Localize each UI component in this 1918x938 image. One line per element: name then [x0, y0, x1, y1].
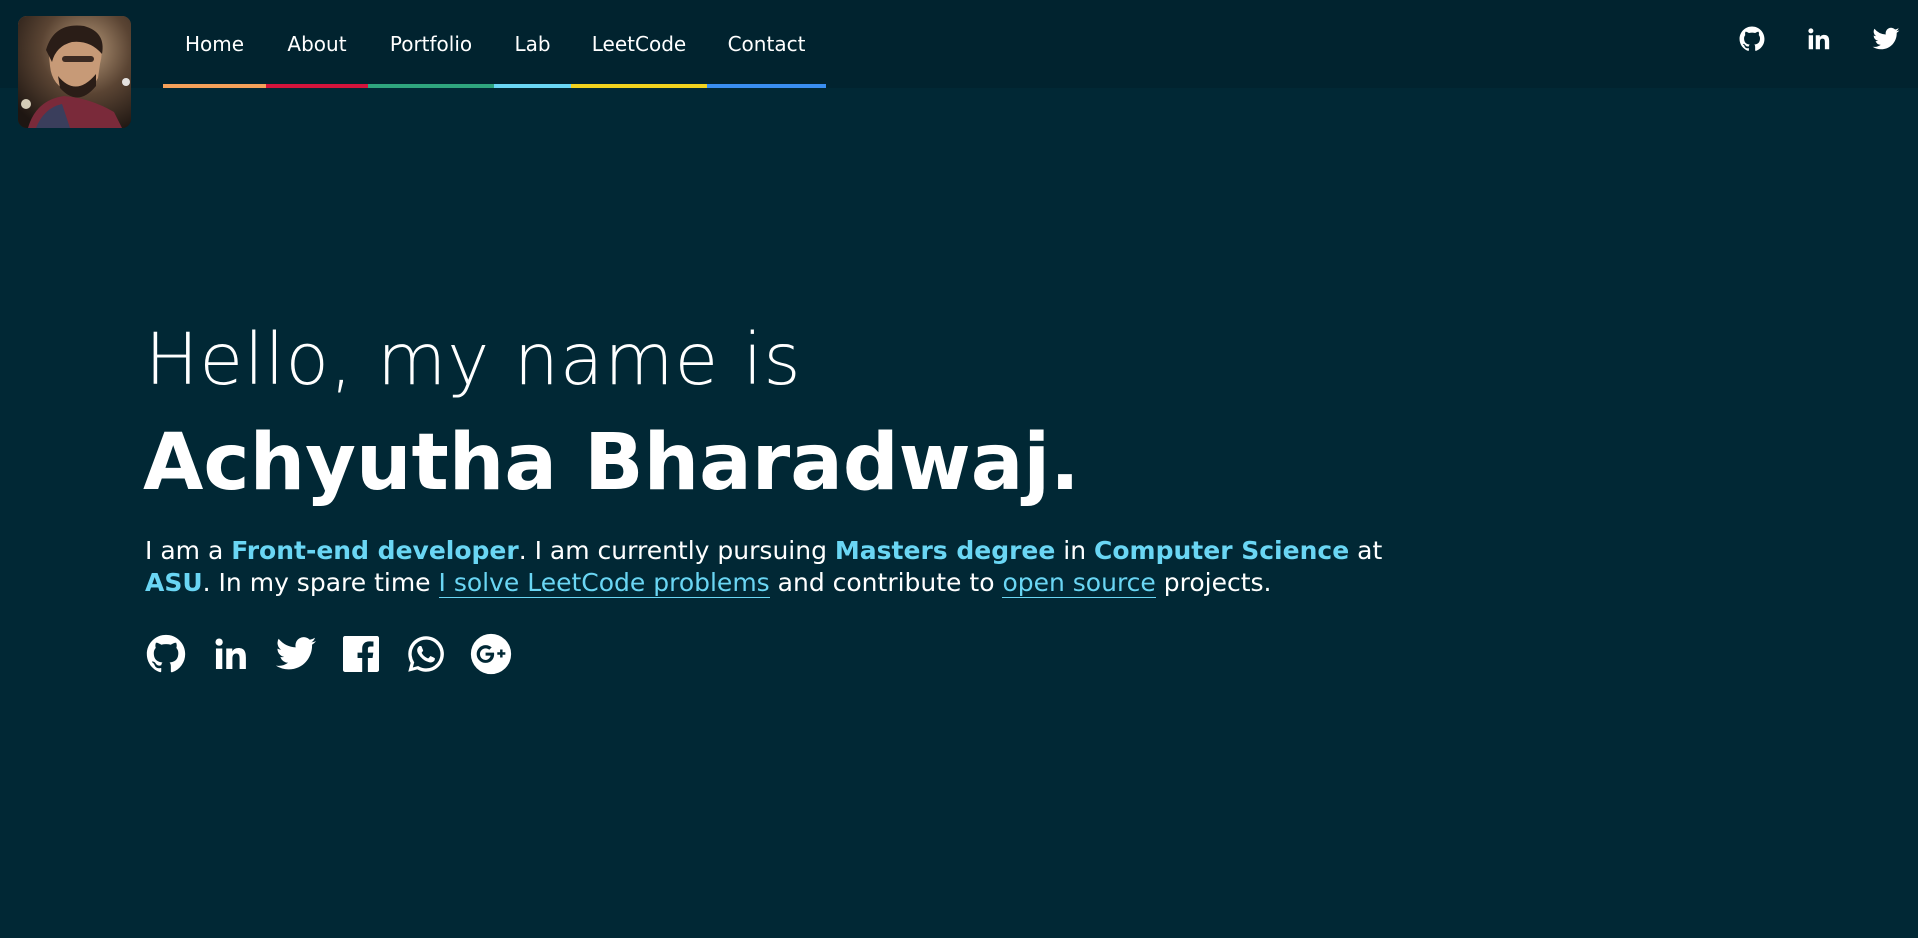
bio-text-1: I am a [145, 536, 232, 565]
hero-section: Hello, my name is Achyutha Bharadwaj. I … [143, 315, 1395, 675]
hero-social-links [145, 633, 1395, 675]
nav-portfolio-underline [368, 84, 494, 88]
nav-portfolio-label: Portfolio [389, 32, 473, 56]
bio-text-4: at [1349, 536, 1383, 565]
nav-contact-underline [707, 84, 826, 88]
profile-avatar[interactable] [18, 16, 131, 128]
nav-lab[interactable]: Lab [494, 0, 571, 88]
top-navigation-bar: Home About Portfolio Lab LeetCode Contac… [0, 0, 1918, 128]
linkedin-icon[interactable] [210, 633, 252, 675]
nav-leetcode-label: LeetCode [591, 32, 687, 56]
whatsapp-icon[interactable] [405, 633, 447, 675]
nav-lab-underline [494, 84, 571, 88]
nav-leetcode[interactable]: LeetCode [571, 0, 707, 88]
header-social-links [1700, 24, 1918, 54]
hero-name: Achyutha Bharadwaj. [143, 418, 1080, 508]
nav-home[interactable]: Home [163, 0, 266, 88]
nav-about-underline [266, 84, 368, 88]
bio-text-5: . In my spare time [202, 568, 439, 597]
twitter-icon[interactable] [1871, 24, 1901, 54]
nav-about-label: About [287, 32, 347, 56]
nav-leetcode-underline [571, 84, 707, 88]
bio-text-6: and contribute to [769, 568, 1003, 597]
nav-contact-label: Contact [727, 32, 806, 56]
nav-lab-label: Lab [514, 32, 551, 56]
bio-highlight-degree: Masters degree [834, 536, 1056, 565]
bio-highlight-university: ASU [145, 568, 203, 597]
main-nav: Home About Portfolio Lab LeetCode Contac… [163, 0, 826, 88]
google-plus-icon[interactable] [470, 633, 512, 675]
hero-bio: I am a Front-end developer. I am current… [145, 535, 1385, 599]
bio-text-3: in [1055, 536, 1095, 565]
bio-highlight-field: Computer Science [1094, 536, 1350, 565]
github-icon[interactable] [145, 633, 187, 675]
nav-contact[interactable]: Contact [707, 0, 826, 88]
nav-home-label: Home [184, 32, 245, 56]
leetcode-link[interactable]: I solve LeetCode problems [438, 568, 770, 598]
github-icon[interactable] [1737, 24, 1767, 54]
nav-about[interactable]: About [266, 0, 368, 88]
open-source-link[interactable]: open source [1002, 568, 1156, 598]
linkedin-icon[interactable] [1804, 24, 1834, 54]
bio-highlight-role: Front-end developer [231, 536, 519, 565]
hero-greeting: Hello, my name is [145, 318, 802, 401]
nav-home-underline [163, 84, 266, 88]
twitter-icon[interactable] [275, 633, 317, 675]
bio-text-7: projects. [1155, 568, 1272, 597]
nav-portfolio[interactable]: Portfolio [368, 0, 494, 88]
bio-text-2: . I am currently pursuing [518, 536, 835, 565]
facebook-icon[interactable] [340, 633, 382, 675]
